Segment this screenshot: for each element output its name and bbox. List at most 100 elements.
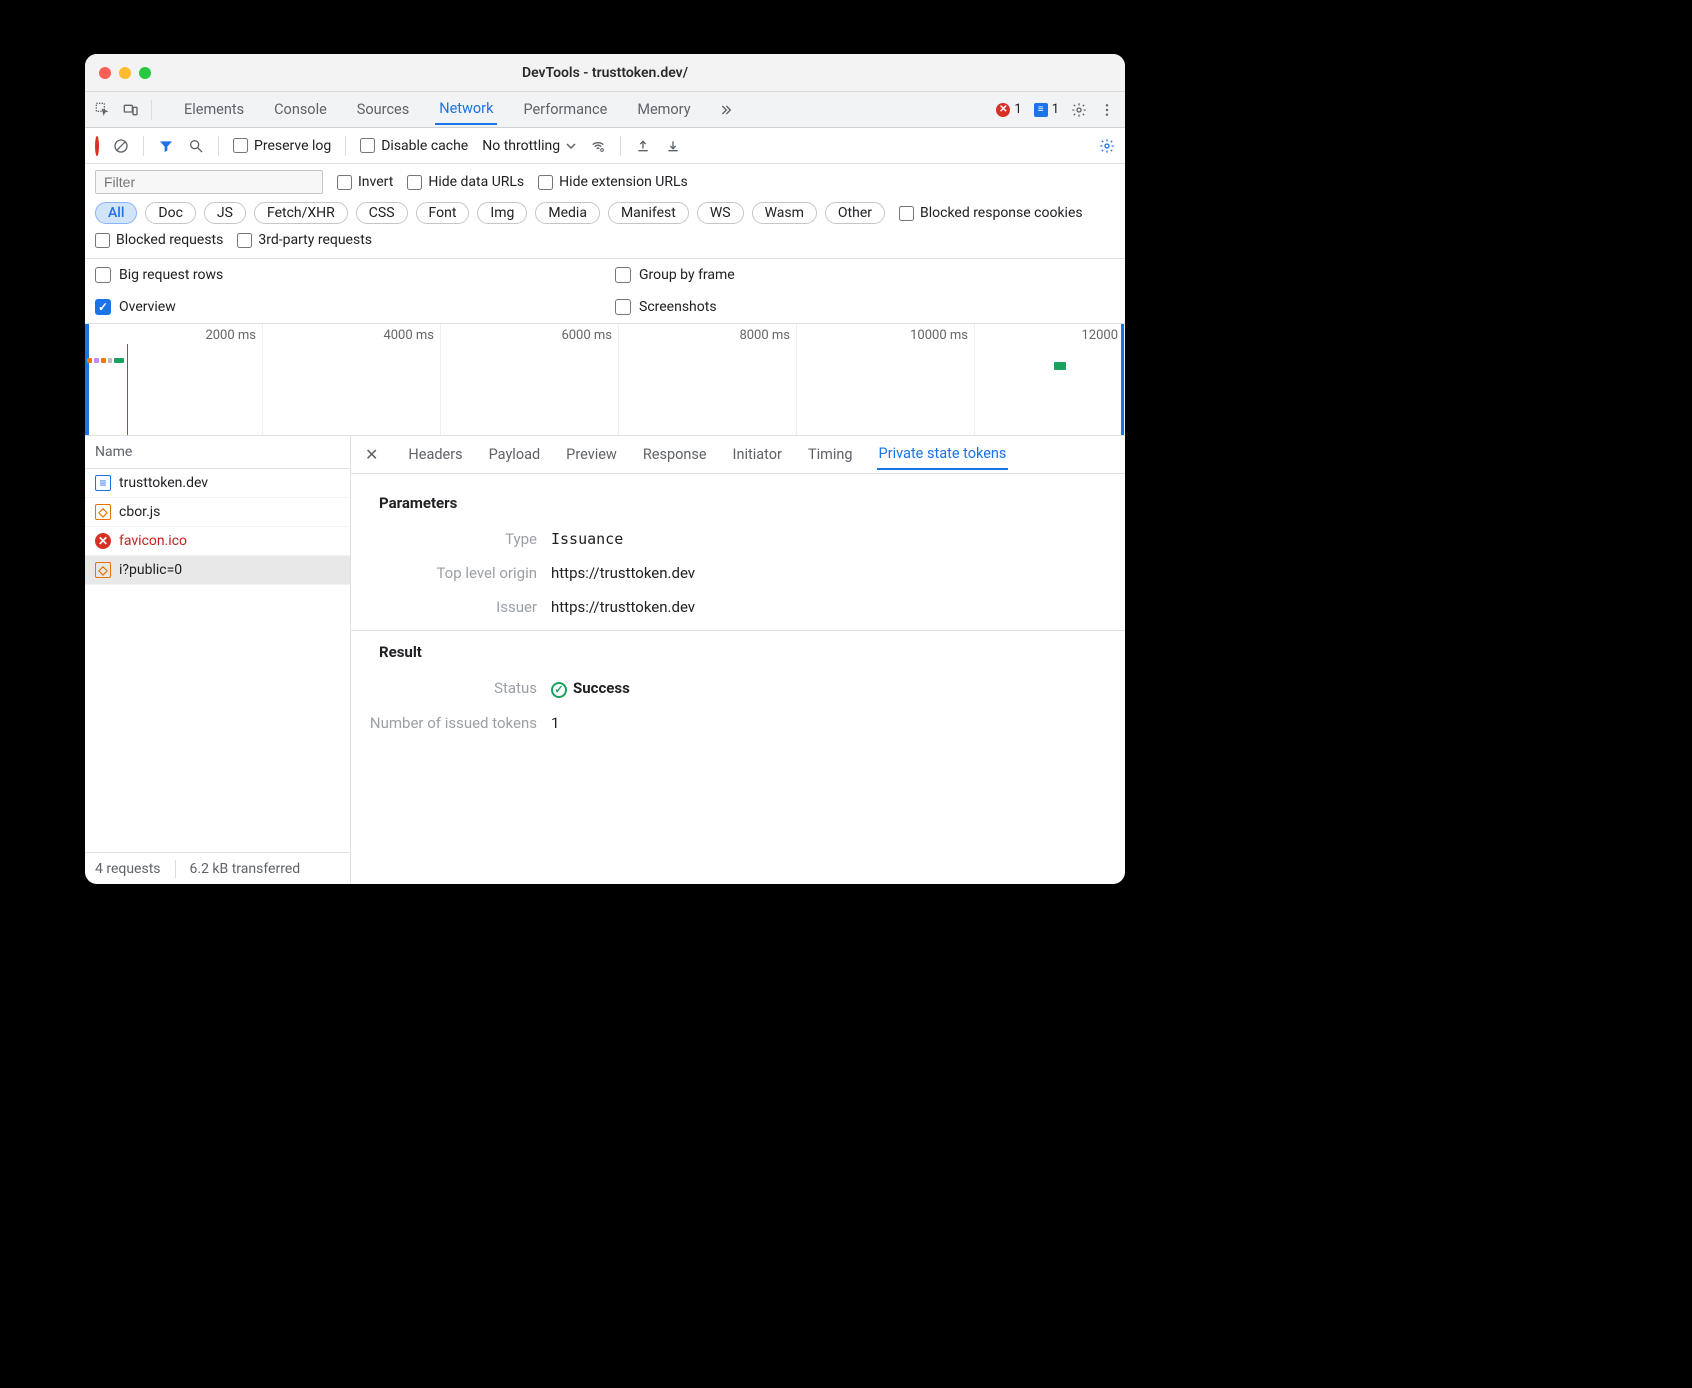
devtools-window: DevTools - trusttoken.dev/ Elements Cons… [85,54,1125,884]
kebab-menu-icon[interactable] [1099,102,1115,118]
origin-value: https://trusttoken.dev [551,564,1125,582]
error-count-badge[interactable]: ✕ 1 [996,102,1021,117]
dtab-preview[interactable]: Preview [564,440,619,469]
type-pill-other[interactable]: Other [825,202,885,224]
tab-console[interactable]: Console [270,95,331,124]
window-maximize-button[interactable] [139,67,151,79]
type-pill-js[interactable]: JS [204,202,246,224]
dtab-payload[interactable]: Payload [487,440,543,469]
status-label: Status [351,679,551,698]
origin-label: Top level origin [351,564,551,582]
dtab-initiator[interactable]: Initiator [731,440,784,469]
search-icon[interactable] [188,138,204,154]
request-row[interactable]: ≡ trusttoken.dev [85,469,350,498]
type-pill-manifest[interactable]: Manifest [608,202,689,224]
screenshots-checkbox[interactable] [615,299,631,315]
device-icon[interactable] [123,102,139,118]
requests-count: 4 requests [95,861,161,877]
request-list: Name ≡ trusttoken.dev ◇ cbor.js ✕ favico… [85,436,351,884]
tick-label: 6000 ms [561,328,612,343]
clear-icon[interactable] [113,138,129,154]
type-pill-ws[interactable]: WS [697,202,744,224]
filter-icon[interactable] [158,138,174,154]
download-har-icon[interactable] [665,138,681,154]
settings-icon[interactable] [1071,102,1087,118]
upload-har-icon[interactable] [635,138,651,154]
type-pill-font[interactable]: Font [416,202,470,224]
tab-sources[interactable]: Sources [353,95,413,124]
timeline-load-marker [127,344,128,435]
document-icon: ≡ [95,475,111,491]
issuer-value: https://trusttoken.dev [551,598,1125,616]
type-pill-img[interactable]: Img [477,202,527,224]
type-pill-css[interactable]: CSS [356,202,408,224]
type-pill-doc[interactable]: Doc [145,202,196,224]
tokens-label: Number of issued tokens [351,714,551,732]
titlebar: DevTools - trusttoken.dev/ [85,54,1125,92]
tick-label: 10000 ms [910,328,968,343]
message-icon: ≡ [1034,103,1048,117]
request-list-footer: 4 requests 6.2 kB transferred [85,852,350,884]
dtab-timing[interactable]: Timing [806,440,855,469]
main-split: Name ≡ trusttoken.dev ◇ cbor.js ✕ favico… [85,436,1125,884]
request-name: cbor.js [119,504,160,520]
request-list-header: Name [85,436,350,469]
timeline-overview[interactable]: 2000 ms 4000 ms 6000 ms 8000 ms 10000 ms… [85,324,1125,436]
tokens-value: 1 [551,714,1125,732]
hide-data-urls-checkbox[interactable]: Hide data URLs [407,174,524,190]
type-pill-all[interactable]: All [95,202,137,224]
error-icon: ✕ [996,103,1010,117]
request-row[interactable]: ◇ cbor.js [85,498,350,527]
blocked-cookies-checkbox[interactable]: Blocked response cookies [899,205,1083,221]
type-pill-fetchxhr[interactable]: Fetch/XHR [254,202,348,224]
script-icon: ◇ [95,504,111,520]
window-title: DevTools - trusttoken.dev/ [85,65,1125,81]
window-minimize-button[interactable] [119,67,131,79]
request-name: trusttoken.dev [119,475,208,491]
issuer-label: Issuer [351,598,551,616]
request-row[interactable]: ◇ i?public=0 [85,556,350,585]
tab-memory[interactable]: Memory [633,95,694,124]
type-pill-media[interactable]: Media [535,202,600,224]
type-pill-wasm[interactable]: Wasm [752,202,817,224]
tab-elements[interactable]: Elements [180,95,248,124]
window-close-button[interactable] [99,67,111,79]
error-icon: ✕ [95,533,111,549]
filter-input[interactable] [95,170,323,194]
record-button[interactable] [95,138,99,154]
success-icon: ✓ [551,682,567,698]
tick-label: 12000 [1081,328,1118,343]
network-settings-icon[interactable] [1099,138,1115,154]
detail-tabbar: ✕ Headers Payload Preview Response Initi… [351,436,1125,474]
tab-network[interactable]: Network [435,94,497,125]
request-row[interactable]: ✕ favicon.ico [85,527,350,556]
dtab-private-state-tokens[interactable]: Private state tokens [877,439,1009,470]
hide-extension-urls-checkbox[interactable]: Hide extension URLs [538,174,688,190]
timeline-blips [87,358,124,363]
dtab-headers[interactable]: Headers [406,440,464,469]
more-tabs-icon[interactable] [717,102,733,118]
tab-performance[interactable]: Performance [519,95,611,124]
throttling-select[interactable]: No throttling [482,138,576,154]
request-name: i?public=0 [119,562,182,578]
inspect-icon[interactable] [95,102,111,118]
blocked-requests-checkbox[interactable]: Blocked requests [95,232,223,248]
preserve-log-checkbox[interactable]: Preserve log [233,138,331,154]
overview-checkbox[interactable] [95,299,111,315]
message-count-badge[interactable]: ≡ 1 [1034,102,1059,117]
close-details-icon[interactable]: ✕ [365,445,378,464]
invert-checkbox[interactable]: Invert [337,174,393,190]
group-by-frame-checkbox[interactable] [615,267,631,283]
status-value: ✓Success [551,679,1125,698]
network-conditions-icon[interactable] [590,138,606,154]
request-details: ✕ Headers Payload Preview Response Initi… [351,436,1125,884]
third-party-checkbox[interactable]: 3rd-party requests [237,232,372,248]
display-options: Big request rows Group by frame Overview… [85,259,1125,324]
result-heading: Result [351,633,1125,671]
tick-label: 8000 ms [739,328,790,343]
disable-cache-checkbox[interactable]: Disable cache [360,138,468,154]
dtab-response[interactable]: Response [641,440,709,469]
script-icon: ◇ [95,562,111,578]
type-filter-pills: All Doc JS Fetch/XHR CSS Font Img Media … [95,202,885,224]
big-rows-checkbox[interactable] [95,267,111,283]
